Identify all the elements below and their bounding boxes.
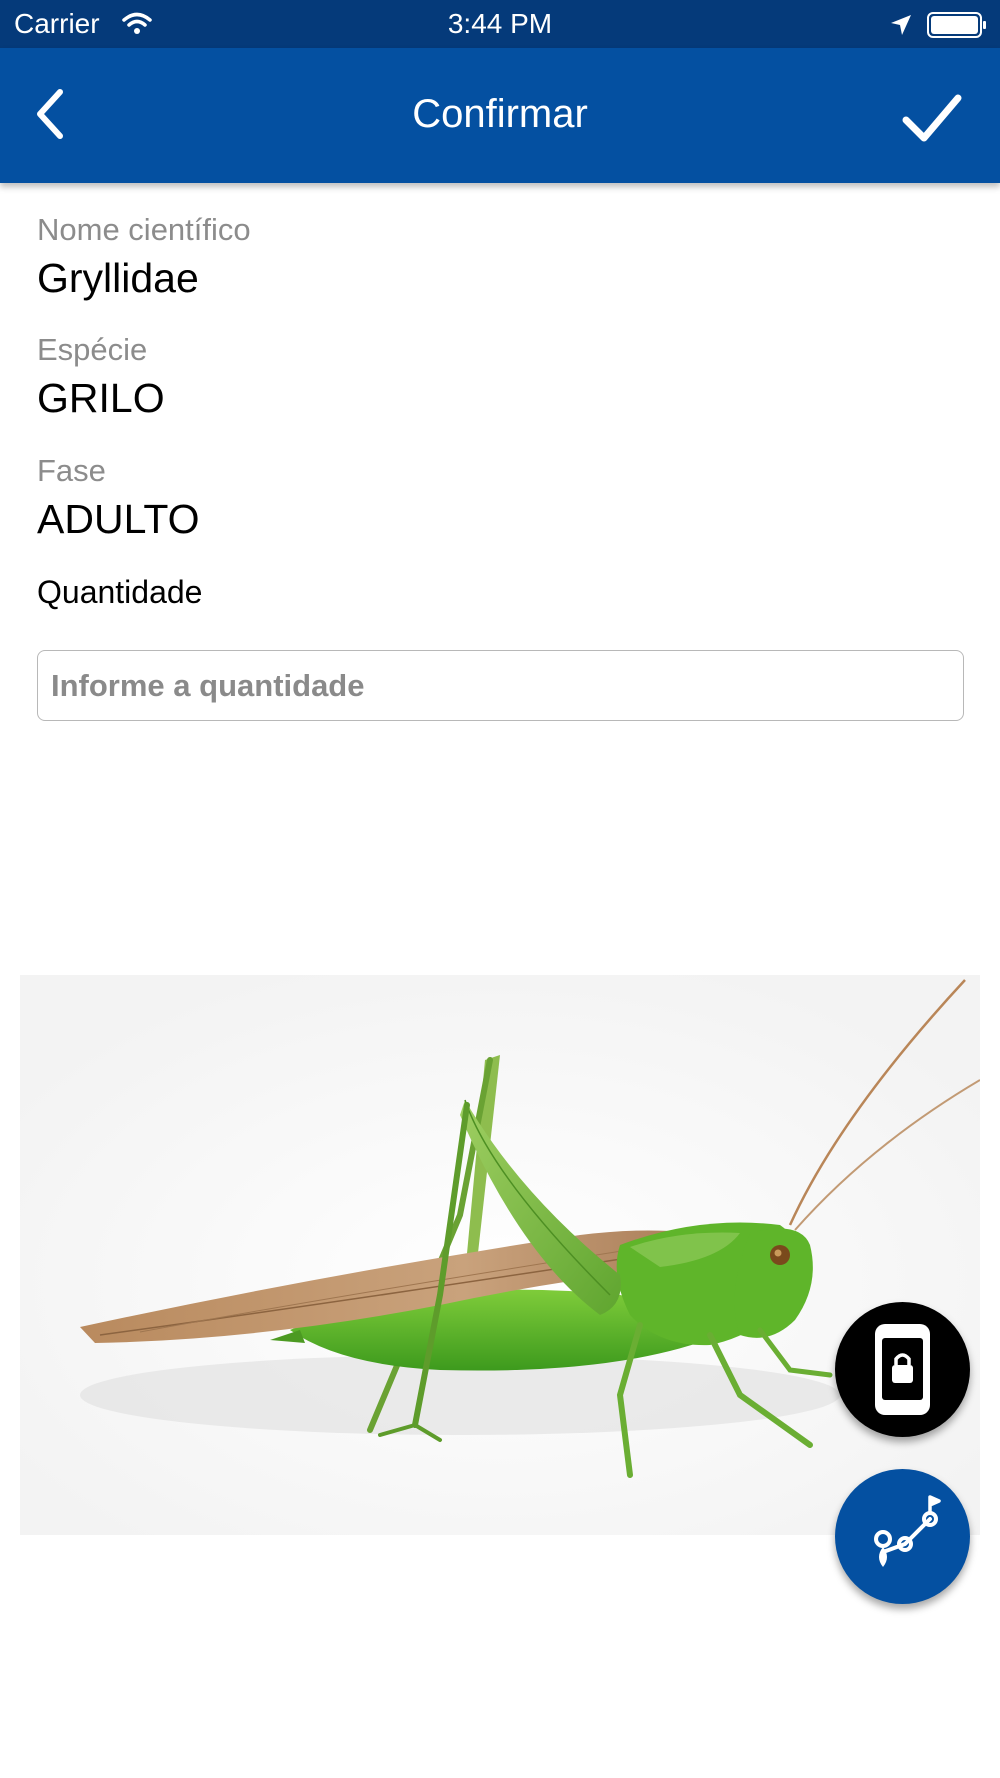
route-icon — [874, 1495, 941, 1567]
quantity-input[interactable] — [37, 650, 964, 721]
status-bar: Carrier 3:44 PM — [0, 0, 1000, 48]
checkmark-icon — [902, 94, 962, 142]
phase-value: ADULTO — [37, 496, 200, 542]
species-value: GRILO — [37, 375, 165, 421]
insect-photo — [20, 975, 981, 1535]
page-title: Confirmar — [412, 92, 588, 136]
scientific-name-value: Gryllidae — [37, 255, 199, 301]
location-arrow-icon — [889, 12, 913, 44]
status-time: 3:44 PM — [447, 8, 553, 39]
quantity-label: Quantidade — [37, 574, 203, 610]
species-label: Espécie — [37, 332, 148, 367]
confirm-button[interactable] — [900, 90, 964, 146]
phase-label: Fase — [37, 453, 106, 488]
nav-bar: Confirmar — [0, 48, 1000, 183]
battery-icon — [927, 12, 987, 45]
scientific-name-label: Nome científico — [37, 212, 251, 247]
phone-lock-icon — [875, 1324, 930, 1415]
lock-screen-button[interactable] — [835, 1302, 970, 1437]
route-button[interactable] — [835, 1469, 970, 1604]
